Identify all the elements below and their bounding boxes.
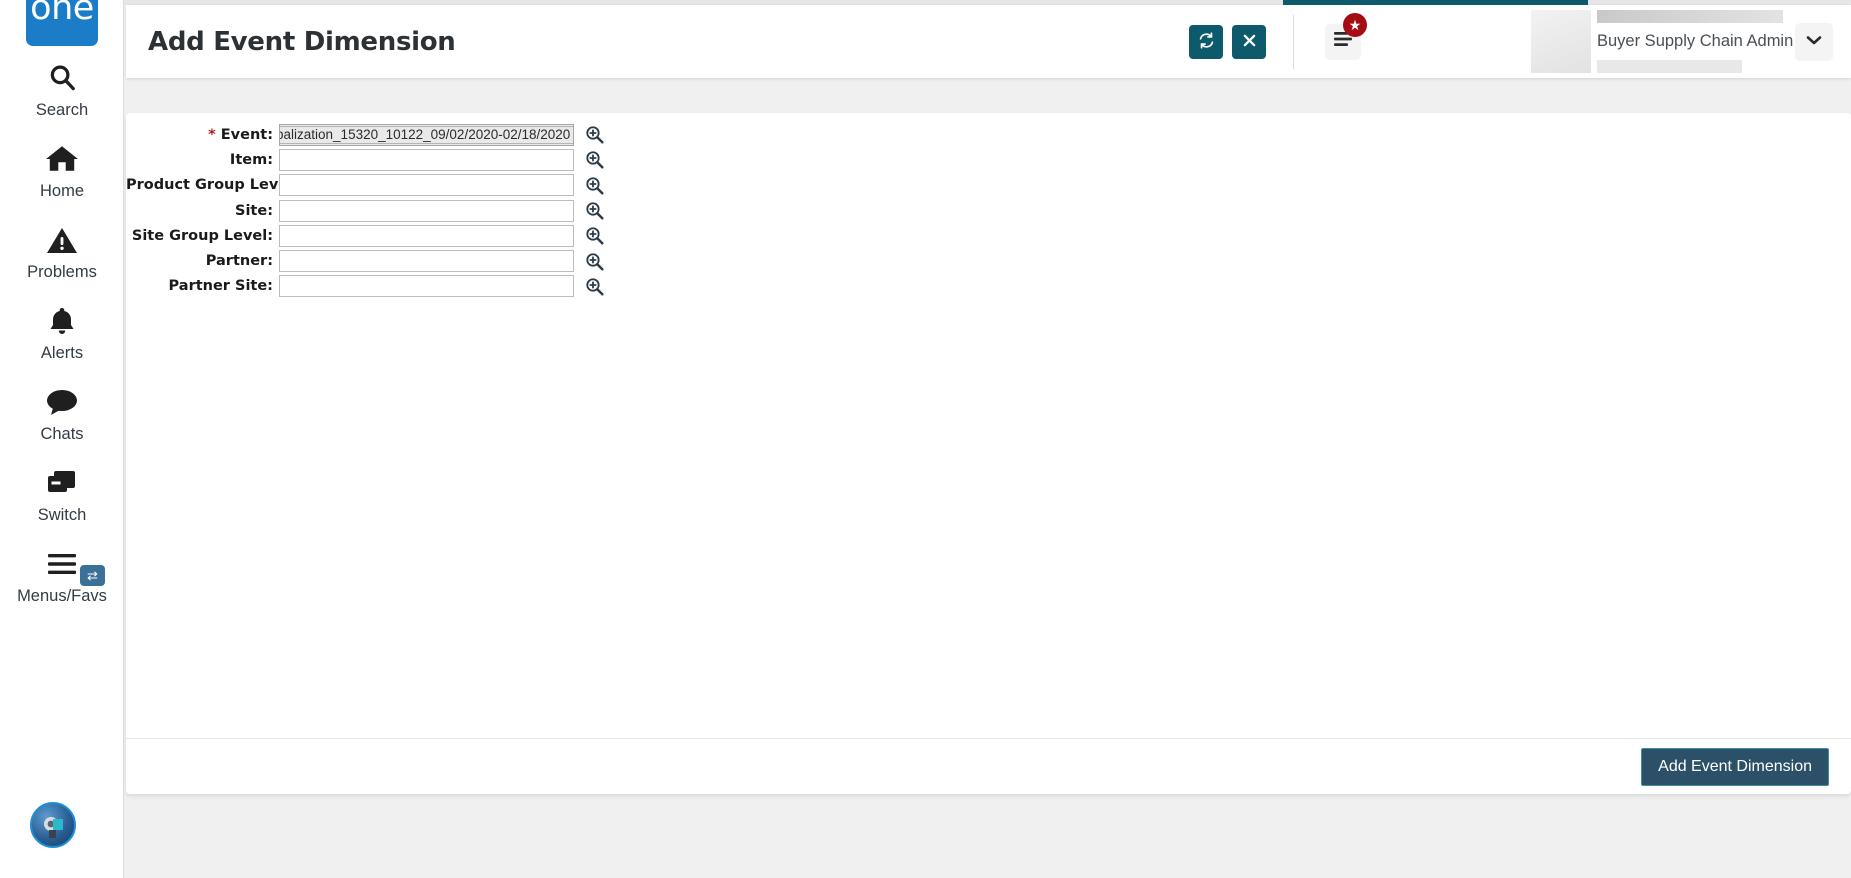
bell-icon	[48, 301, 76, 341]
partner-site-input[interactable]	[279, 275, 574, 298]
add-event-dimension-button[interactable]: Add Event Dimension	[1641, 747, 1829, 786]
sidebar-item-menus-favs[interactable]: Menus/Favs	[0, 544, 124, 620]
chat-bubble-icon	[45, 382, 79, 422]
sidebar-item-label: Switch	[37, 506, 87, 524]
user-text-block: Buyer Supply Chain Admin	[1591, 10, 1794, 73]
event-selected-token: nnibalization_15320_10122_09/02/2020-02/…	[279, 125, 573, 144]
form-card: * Event: nnibalization_15320_10122_09/02…	[126, 113, 1851, 794]
form-row-site: Site:	[126, 198, 1851, 223]
magnifier-plus-icon[interactable]	[585, 125, 604, 144]
item-input[interactable]	[279, 148, 574, 171]
form-row-item: Item:	[126, 147, 1851, 172]
field-label-item: Item:	[229, 151, 273, 168]
required-marker: *	[208, 126, 216, 143]
home-icon	[45, 139, 79, 179]
switch-windows-icon	[45, 463, 79, 503]
field-label-site: Site:	[235, 202, 273, 219]
header-divider	[1293, 15, 1294, 69]
page-header: Add Event Dimension ★ Buyer Supply Chain…	[126, 5, 1851, 78]
field-label-product-group-level: Product Group Level:	[126, 177, 299, 194]
form-row-site-group-level: Site Group Level:	[126, 223, 1851, 248]
redacted-line-bottom	[1597, 60, 1742, 73]
magnifier-plus-icon[interactable]	[585, 201, 604, 220]
brand-logo[interactable]: one	[26, 0, 98, 46]
sidebar-item-home[interactable]: Home	[0, 139, 124, 215]
chevron-down-icon	[1805, 33, 1823, 51]
label-text: Event:	[220, 126, 273, 143]
page-title: Add Event Dimension	[148, 26, 456, 57]
brand-logo-text: one	[30, 0, 94, 28]
event-dimension-form: * Event: nnibalization_15320_10122_09/02…	[126, 113, 1851, 738]
form-row-product-group-level: Product Group Level:	[126, 173, 1851, 198]
user-name: Buyer Supply Chain Admin	[1597, 32, 1794, 51]
form-row-event: * Event: nnibalization_15320_10122_09/02…	[126, 122, 1851, 147]
sidebar-item-label: Search	[35, 101, 89, 119]
form-row-partner: Partner:	[126, 248, 1851, 273]
sidebar-item-label: Home	[39, 182, 84, 200]
field-label-event: * Event:	[126, 127, 279, 143]
form-footer: Add Event Dimension	[126, 738, 1851, 794]
sidebar-item-switch[interactable]: Switch	[0, 463, 124, 539]
magnifier-plus-icon[interactable]	[585, 252, 604, 271]
field-label-partner: Partner:	[205, 253, 273, 270]
partner-input[interactable]	[279, 250, 574, 273]
sidebar-item-label: Alerts	[40, 344, 84, 362]
refresh-button[interactable]	[1189, 24, 1223, 59]
active-tab-accent	[1283, 0, 1588, 5]
header-actions	[1189, 24, 1266, 59]
robot-head-icon	[44, 817, 63, 838]
magnifier-plus-icon[interactable]	[585, 277, 604, 296]
hamburger-icon	[46, 544, 78, 584]
favorites-badge[interactable]: ★	[1343, 13, 1367, 37]
magnifier-plus-icon[interactable]	[585, 176, 604, 195]
event-input[interactable]: nnibalization_15320_10122_09/02/2020-02/…	[279, 123, 574, 146]
assistant-avatar[interactable]	[30, 802, 76, 848]
sidebar: one Search Home Problems Alerts Chats Sw…	[0, 0, 124, 878]
sidebar-item-chats[interactable]: Chats	[0, 382, 124, 458]
main-region: Add Event Dimension ★ Buyer Supply Chain…	[124, 0, 1851, 878]
sidebar-item-label: Chats	[40, 425, 84, 443]
sidebar-item-search[interactable]: Search	[0, 58, 124, 134]
site-input[interactable]	[279, 199, 574, 222]
user-profile[interactable]: Buyer Supply Chain Admin	[1531, 10, 1833, 73]
close-icon	[1242, 33, 1257, 51]
sidebar-item-alerts[interactable]: Alerts	[0, 301, 124, 377]
refresh-icon	[1198, 31, 1215, 52]
product-group-level-input[interactable]	[279, 174, 574, 197]
site-group-level-input[interactable]	[279, 224, 574, 247]
form-row-partner-site: Partner Site:	[126, 274, 1851, 299]
sidebar-item-label: Problems	[27, 263, 97, 281]
search-icon	[47, 58, 77, 98]
sidebar-item-problems[interactable]: Problems	[0, 220, 124, 296]
event-token-text: nnibalization_15320_10122_09/02/2020-02/…	[279, 127, 571, 143]
field-label-partner-site: Partner Site:	[168, 278, 273, 295]
star-icon: ★	[1348, 17, 1362, 33]
close-button[interactable]	[1232, 24, 1266, 59]
magnifier-plus-icon[interactable]	[585, 226, 604, 245]
avatar	[1531, 10, 1591, 73]
redacted-line-top	[1597, 10, 1783, 23]
user-menu-toggle[interactable]	[1795, 22, 1833, 61]
field-label-site-group-level: Site Group Level:	[131, 227, 273, 244]
sidebar-item-label: Menus/Favs	[17, 587, 107, 605]
magnifier-plus-icon[interactable]	[585, 150, 604, 169]
warning-triangle-icon	[46, 220, 78, 260]
